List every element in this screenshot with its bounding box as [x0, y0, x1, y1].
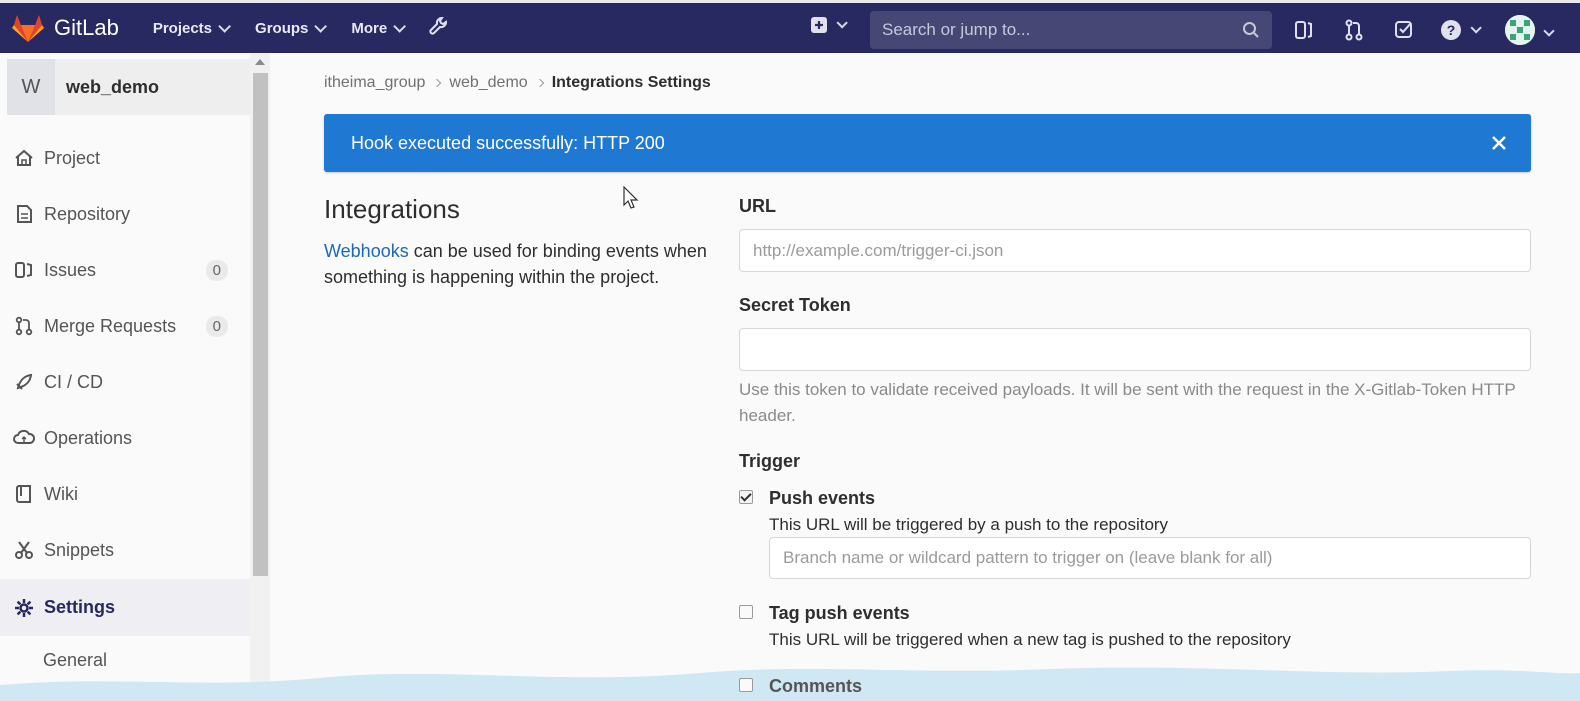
- branch-filter-input[interactable]: [769, 537, 1531, 579]
- top-navbar: GitLab Projects Groups More ?: [0, 0, 1580, 53]
- merge-request-nav-icon[interactable]: [1344, 19, 1364, 46]
- chevron-down-icon: [314, 19, 328, 33]
- sidebar-item-issues[interactable]: Issues 0: [0, 248, 250, 292]
- sidebar-item-label: Repository: [44, 203, 131, 224]
- gitlab-logo[interactable]: GitLab: [12, 13, 119, 43]
- sidebar-item-settings[interactable]: Settings: [0, 579, 250, 636]
- breadcrumb: itheima_group web_demo Integrations Sett…: [324, 74, 711, 92]
- rocket-icon: [13, 371, 35, 393]
- chevron-down-icon: [836, 17, 848, 29]
- brand-name: GitLab: [54, 15, 119, 40]
- secret-token-help: Use this token to validate received payl…: [739, 380, 1516, 425]
- issues-icon: [13, 259, 35, 281]
- sidebar-item-label: CI / CD: [44, 371, 104, 392]
- help-dropdown[interactable]: ?: [1440, 19, 1482, 41]
- sidebar-item-project[interactable]: Project: [0, 136, 250, 180]
- chevron-down-icon: [218, 19, 232, 33]
- comments-title: Comments: [769, 676, 863, 696]
- scroll-up-arrow-icon[interactable]: [255, 59, 265, 65]
- search-icon: [1243, 22, 1259, 38]
- project-avatar: W: [7, 59, 55, 115]
- sidebar-item-label: Snippets: [44, 539, 115, 560]
- sidebar-item-ci-cd[interactable]: CI / CD: [0, 360, 250, 404]
- chevron-right-icon: [433, 78, 442, 88]
- chevron-right-icon: [535, 78, 544, 88]
- new-dropdown-button[interactable]: [810, 16, 848, 34]
- sidebar-item-label: Project: [44, 147, 101, 168]
- tag-push-events-title: Tag push events: [769, 603, 910, 623]
- sidebar-item-operations[interactable]: Operations: [0, 416, 250, 460]
- sidebar-item-label: Merge Requests: [44, 315, 177, 336]
- gear-icon: [13, 597, 35, 619]
- close-icon[interactable]: [1490, 134, 1508, 152]
- chevron-down-icon: [1470, 22, 1482, 34]
- sidebar-item-merge-requests[interactable]: Merge Requests 0: [0, 304, 250, 348]
- tag-push-events-description: This URL will be triggered when a new ta…: [769, 630, 1291, 649]
- sidebar-item-label: Wiki: [44, 483, 78, 504]
- sidebar-item-repository[interactable]: Repository: [0, 192, 250, 236]
- user-avatar[interactable]: [1505, 15, 1535, 45]
- issues-nav-icon[interactable]: [1294, 19, 1314, 46]
- sidebar-item-label: Settings: [44, 597, 116, 617]
- admin-wrench-icon[interactable]: [428, 15, 450, 42]
- secret-token-label: Secret Token: [739, 295, 851, 315]
- nav-groups-label: Groups: [255, 19, 309, 37]
- search-box[interactable]: [870, 11, 1272, 49]
- project-sidebar: W web_demo Project Repository Issues 0 M…: [0, 53, 270, 701]
- url-label: URL: [739, 196, 776, 216]
- document-icon: [13, 203, 35, 225]
- trigger-label: Trigger: [739, 451, 801, 471]
- merge-requests-count-badge: 0: [205, 315, 228, 337]
- cloud-icon: [13, 427, 35, 449]
- push-events-checkbox[interactable]: [739, 490, 753, 504]
- push-events-description: This URL will be triggered by a push to …: [769, 515, 1169, 534]
- chevron-down-icon: [1543, 25, 1555, 37]
- secret-token-input[interactable]: [739, 328, 1531, 371]
- nav-groups[interactable]: Groups: [255, 19, 328, 37]
- gitlab-tanuki-icon: [12, 15, 44, 42]
- plus-square-icon: [811, 17, 827, 33]
- mouse-cursor-icon: [623, 186, 639, 209]
- nav-projects[interactable]: Projects: [152, 19, 232, 37]
- sidebar-scrollbar[interactable]: [250, 53, 270, 701]
- page-title: Integrations: [324, 194, 460, 224]
- sidebar-project-header[interactable]: W web_demo: [7, 59, 250, 115]
- comments-checkbox[interactable]: [739, 678, 753, 692]
- merge-request-icon: [13, 315, 35, 337]
- flash-message: Hook executed successfully: HTTP 200: [351, 132, 665, 153]
- url-input[interactable]: [739, 229, 1531, 272]
- project-name: web_demo: [66, 76, 160, 97]
- scrollbar-thumb[interactable]: [253, 73, 268, 576]
- nav-more-label: More: [351, 19, 388, 37]
- svg-text:?: ?: [1447, 22, 1456, 38]
- sidebar-item-snippets[interactable]: Snippets: [0, 528, 250, 572]
- sidebar-item-label: Issues: [44, 259, 97, 280]
- webhooks-link[interactable]: Webhooks: [324, 241, 409, 261]
- todo-nav-icon[interactable]: [1394, 19, 1414, 46]
- question-circle-icon: ?: [1441, 20, 1461, 40]
- chevron-down-icon: [393, 19, 407, 33]
- tag-push-events-checkbox[interactable]: [739, 605, 753, 619]
- nav-more[interactable]: More: [351, 19, 407, 37]
- nav-projects-label: Projects: [152, 19, 213, 37]
- integrations-description: Webhooks can be used for binding events …: [324, 238, 714, 290]
- home-icon: [13, 147, 35, 169]
- search-input[interactable]: [882, 20, 1242, 40]
- sidebar-item-wiki[interactable]: Wiki: [0, 472, 250, 516]
- breadcrumb-current[interactable]: Integrations Settings: [552, 74, 711, 92]
- issues-count-badge: 0: [205, 259, 228, 281]
- breadcrumb-project[interactable]: web_demo: [449, 74, 527, 92]
- scissors-icon: [13, 539, 35, 561]
- flash-notice: Hook executed successfully: HTTP 200: [324, 114, 1531, 172]
- book-icon: [13, 483, 35, 505]
- sidebar-item-label: Operations: [44, 427, 133, 448]
- breadcrumb-group[interactable]: itheima_group: [324, 74, 425, 92]
- push-events-title: Push events: [769, 488, 876, 508]
